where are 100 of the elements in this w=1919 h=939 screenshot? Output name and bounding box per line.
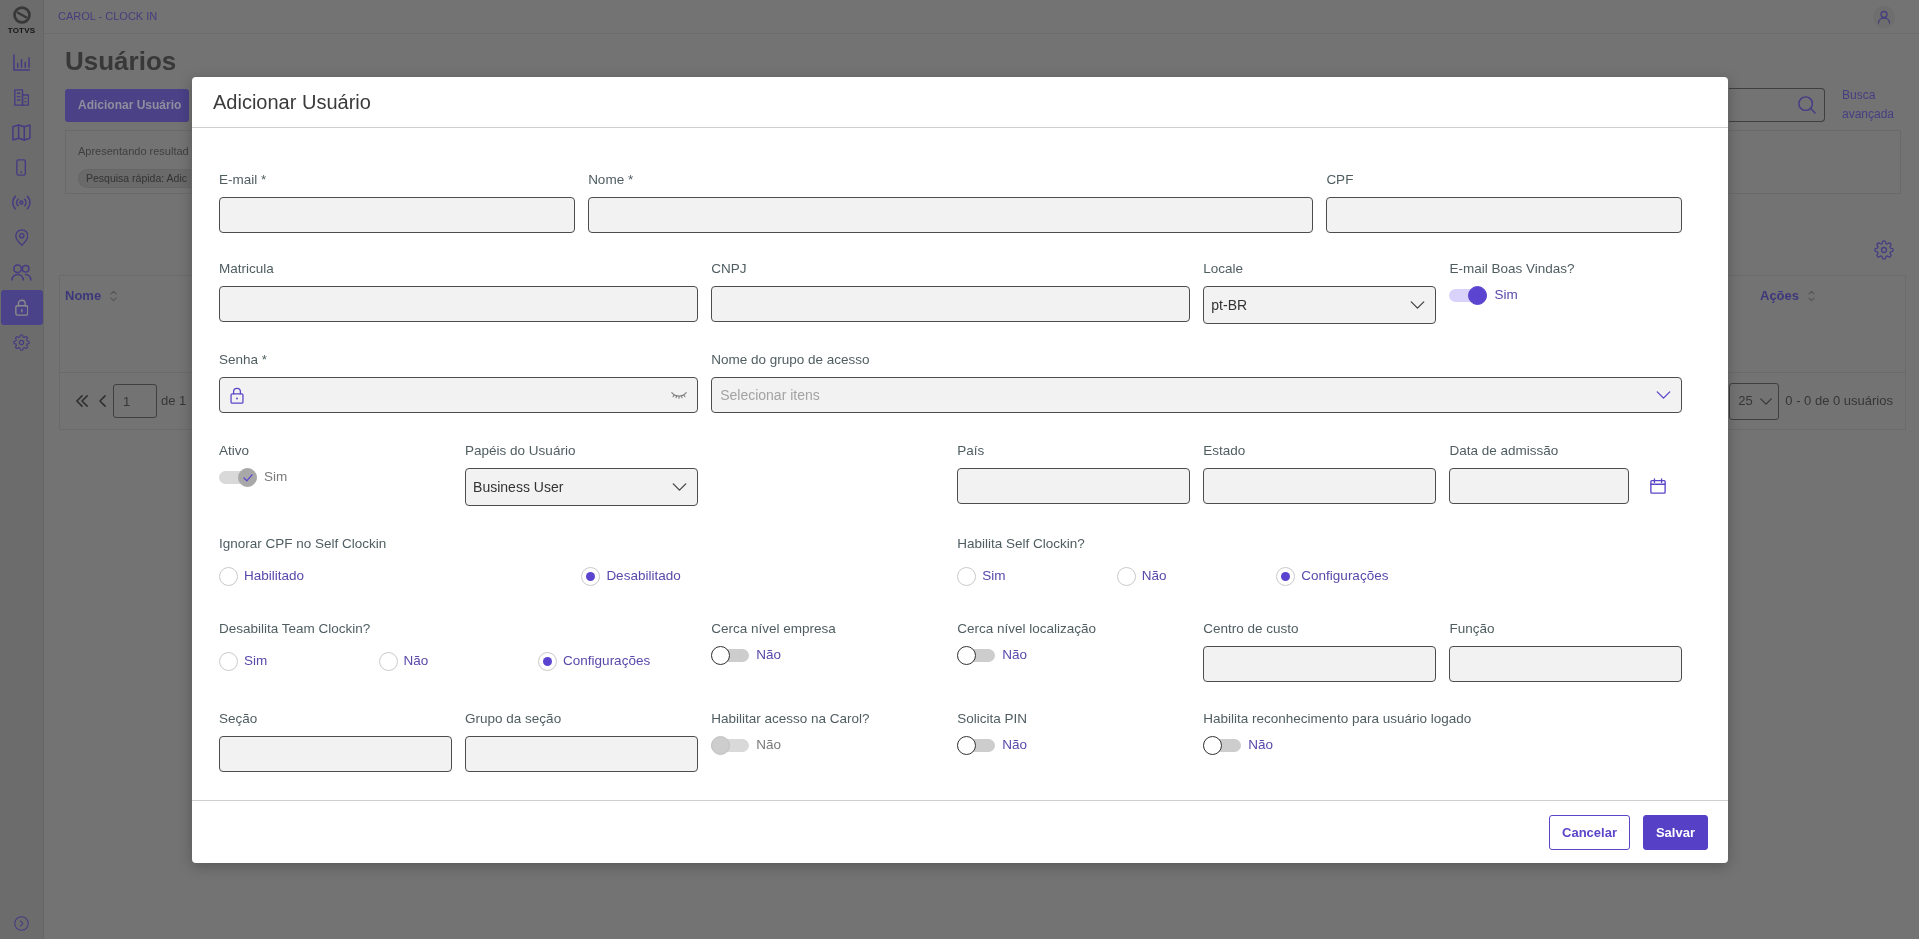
dropdown-field[interactable]: Business User	[465, 468, 698, 506]
radio-button[interactable]	[957, 566, 977, 586]
input-field[interactable]	[1203, 646, 1436, 682]
toggle-label: Sim	[1494, 286, 1518, 305]
radio-label[interactable]: Configurações	[1301, 565, 1389, 587]
field-label: Função	[1449, 620, 1495, 638]
expand-icon[interactable]	[14, 916, 29, 931]
lock-icon	[14, 299, 29, 316]
radio-label[interactable]: Não	[403, 650, 429, 672]
eye-closed-icon[interactable]	[670, 391, 687, 399]
multiselect-field[interactable]: Selecionar itens	[711, 377, 1682, 413]
input-field[interactable]	[1449, 646, 1682, 682]
toggle-label: Não	[1248, 736, 1274, 755]
results-range-text: 0 - 0 de 0 usuários	[1785, 392, 1893, 411]
field-label: Centro de custo	[1203, 620, 1299, 638]
page-title: Usuários	[65, 45, 177, 78]
radio-label[interactable]: Configurações	[563, 650, 651, 672]
chevron-down-icon	[1760, 397, 1773, 405]
input-field[interactable]	[219, 197, 575, 233]
field-label: Estado	[1203, 442, 1246, 460]
lock-icon	[230, 386, 244, 404]
field-label: Papéis do Usuário	[465, 442, 576, 460]
toggle-switch[interactable]	[1203, 736, 1242, 755]
map-icon	[12, 124, 31, 141]
toggle-label: Não	[756, 736, 781, 755]
radio-label[interactable]: Sim	[244, 650, 268, 672]
radio-button[interactable]	[219, 651, 238, 671]
radio-button[interactable]	[378, 651, 398, 671]
field-label: Grupo da seção	[465, 710, 562, 728]
field-label: Locale	[1203, 260, 1244, 278]
field-label: CPF	[1326, 171, 1354, 189]
calendar-icon[interactable]	[1649, 478, 1666, 494]
input-field[interactable]	[465, 736, 698, 772]
radio-button[interactable]	[1276, 566, 1296, 586]
input-field[interactable]	[1326, 197, 1682, 233]
password-field[interactable]	[219, 377, 698, 413]
toggle-switch[interactable]	[711, 646, 750, 665]
toggle-switch[interactable]	[957, 646, 996, 665]
chevron-down-icon	[1656, 391, 1671, 399]
field-label: Habilitar acesso na Carol?	[711, 710, 870, 728]
field-label: Habilita Self Clockin?	[957, 535, 1085, 553]
radio-label[interactable]: Habilitado	[244, 565, 305, 587]
check-icon	[242, 473, 253, 482]
location-pin-icon	[14, 229, 29, 246]
sidebar-nav-button[interactable]	[0, 290, 43, 325]
radio-button[interactable]	[581, 566, 601, 586]
toggle-label: Sim	[264, 468, 288, 487]
field-label: CNPJ	[711, 260, 747, 278]
field-label: Nome *	[588, 171, 634, 189]
input-field[interactable]	[588, 197, 1313, 233]
double-chevron-left-icon[interactable]	[76, 395, 88, 407]
date-field[interactable]	[1449, 468, 1629, 504]
radio-label[interactable]: Sim	[982, 565, 1006, 587]
bar-chart-icon	[12, 54, 31, 71]
logo-icon	[12, 6, 31, 24]
field-label: E-mail Boas Vindas?	[1449, 260, 1575, 278]
settings-icon	[13, 334, 30, 351]
radio-button[interactable]	[538, 651, 558, 671]
users-icon	[11, 264, 32, 281]
field-label: Senha *	[219, 351, 268, 369]
modal-title: Adicionar Usuário	[213, 90, 371, 115]
chevron-down-icon	[671, 483, 687, 491]
field-label: Solicita PIN	[957, 710, 1027, 728]
smartphone-icon	[16, 159, 27, 176]
radio-label[interactable]: Desabilitado	[606, 565, 681, 587]
settings-icon[interactable]	[1874, 240, 1894, 260]
field-label: Desabilita Team Clockin?	[219, 620, 371, 638]
logo-text: TOTVS	[7, 26, 36, 35]
page-count-text: de 1	[161, 392, 187, 411]
broadcast-icon	[11, 194, 32, 211]
input-field[interactable]	[711, 286, 1190, 322]
field-label: Matricula	[219, 260, 274, 278]
chevron-left-icon[interactable]	[99, 395, 106, 407]
input-field[interactable]	[1203, 468, 1436, 504]
toggle-switch[interactable]	[957, 736, 996, 755]
field-label: País	[957, 442, 985, 460]
toggle-label: Não	[1002, 736, 1027, 755]
toggle-label: Não	[1002, 646, 1027, 665]
cancel-button[interactable]: Cancelar	[1549, 814, 1630, 850]
search-icon[interactable]	[1798, 96, 1816, 114]
radio-label[interactable]: Não	[1141, 565, 1167, 587]
radio-button[interactable]	[219, 566, 238, 586]
radio-button[interactable]	[1116, 566, 1136, 586]
input-field[interactable]	[957, 468, 1190, 504]
field-label: Ignorar CPF no Self Clockin	[219, 535, 387, 553]
dropdown-field[interactable]: pt-BR	[1203, 286, 1436, 324]
buildings-icon	[13, 89, 30, 106]
chevron-down-icon	[1409, 301, 1425, 309]
save-button[interactable]: Salvar	[1642, 814, 1708, 850]
search-field[interactable]	[1729, 88, 1825, 122]
input-field[interactable]	[219, 736, 452, 772]
field-label: Data de admissão	[1449, 442, 1559, 460]
toggle-switch[interactable]	[1449, 286, 1488, 305]
field-label: Seção	[219, 710, 258, 728]
input-field[interactable]	[219, 286, 698, 322]
field-label: Habilita reconhecimento para usuário logado	[1203, 710, 1472, 728]
field-label: Cerca nível empresa	[711, 620, 836, 638]
toggle-label: Não	[756, 646, 781, 665]
field-label: Cerca nível localização	[957, 620, 1097, 638]
field-label: Ativo	[219, 442, 249, 460]
